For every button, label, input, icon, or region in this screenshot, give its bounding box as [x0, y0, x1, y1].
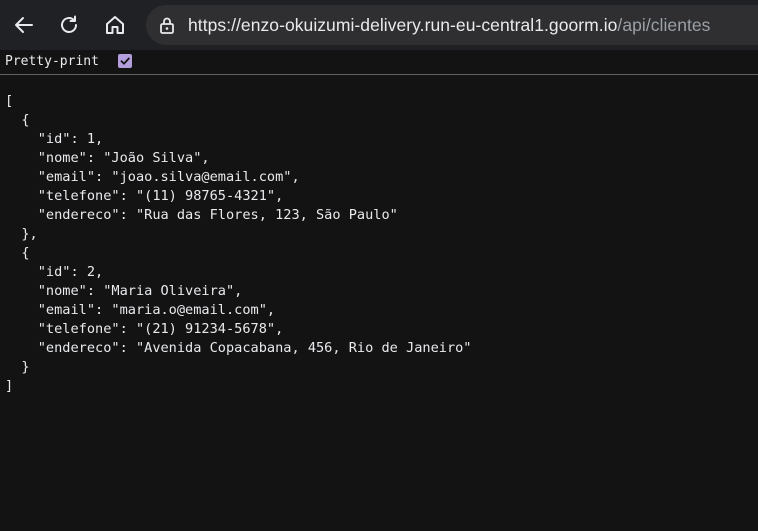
pretty-print-bar: Pretty-print [0, 50, 758, 75]
url-path: /api/clientes [617, 15, 711, 35]
checkmark-icon [120, 57, 130, 65]
back-arrow-icon [15, 17, 33, 33]
site-info-icon [160, 17, 174, 34]
url-text[interactable]: https://enzo-okuizumi-delivery.run-eu-ce… [188, 14, 711, 36]
pretty-print-label: Pretty-print [5, 54, 99, 69]
pretty-print-checkbox[interactable] [118, 54, 132, 68]
reload-button[interactable] [52, 8, 86, 42]
json-content: [ { "id": 1, "nome": "João Silva", "emai… [5, 93, 472, 394]
back-button[interactable] [7, 8, 41, 42]
home-icon [106, 16, 124, 34]
reload-icon [61, 15, 77, 33]
address-bar[interactable]: https://enzo-okuizumi-delivery.run-eu-ce… [146, 5, 758, 45]
url-origin: https://enzo-okuizumi-delivery.run-eu-ce… [188, 15, 618, 35]
home-button[interactable] [98, 8, 132, 42]
browser-toolbar: https://enzo-okuizumi-delivery.run-eu-ce… [0, 0, 758, 50]
site-info-button[interactable] [155, 13, 179, 37]
